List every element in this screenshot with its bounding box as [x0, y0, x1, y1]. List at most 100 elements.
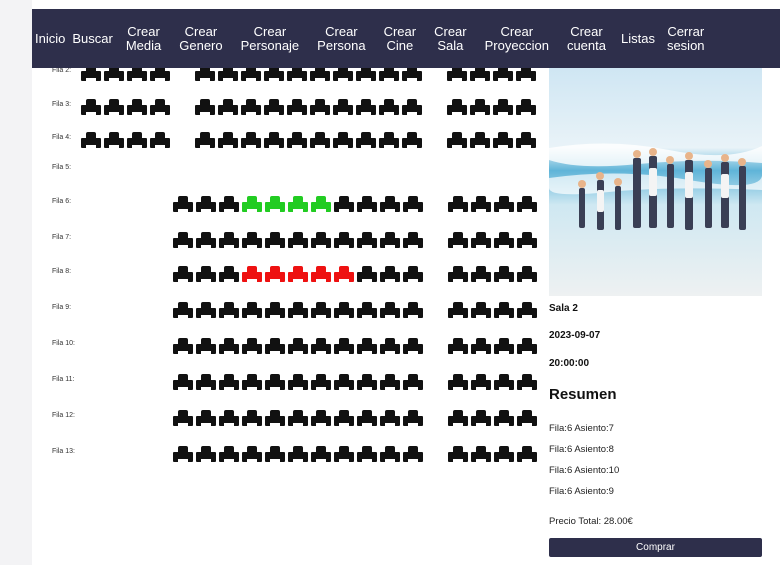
seat-icon[interactable]: [379, 338, 401, 356]
seat-icon[interactable]: [263, 132, 285, 150]
seat-icon[interactable]: [402, 302, 424, 320]
seat-icon[interactable]: [195, 196, 217, 214]
seat-icon[interactable]: [172, 232, 194, 250]
seat-icon[interactable]: [516, 410, 538, 428]
seat-icon[interactable]: [332, 99, 354, 117]
nav-listas[interactable]: Listas: [615, 31, 661, 46]
seat-icon[interactable]: [264, 232, 286, 250]
seat-icon[interactable]: [172, 338, 194, 356]
seat-icon[interactable]: [446, 132, 468, 150]
seat-icon[interactable]: [447, 410, 469, 428]
seat-icon[interactable]: [333, 374, 355, 392]
seat-icon[interactable]: [195, 338, 217, 356]
seat-icon[interactable]: [470, 266, 492, 284]
seat-icon[interactable]: [195, 266, 217, 284]
seat-icon[interactable]: [172, 410, 194, 428]
seat-icon[interactable]: [402, 446, 424, 464]
seat-icon[interactable]: [447, 266, 469, 284]
seat-icon[interactable]: [470, 338, 492, 356]
seat-icon[interactable]: [126, 99, 148, 117]
seat-icon[interactable]: [194, 99, 216, 117]
seat-icon[interactable]: [172, 374, 194, 392]
seat-icon[interactable]: [402, 338, 424, 356]
seat-icon[interactable]: [310, 446, 332, 464]
seat-selected-icon[interactable]: [310, 196, 332, 214]
seat-icon[interactable]: [126, 132, 148, 150]
seat-icon[interactable]: [492, 132, 514, 150]
seat-icon[interactable]: [172, 302, 194, 320]
seat-icon[interactable]: [218, 374, 240, 392]
seat-icon[interactable]: [287, 302, 309, 320]
seat-icon[interactable]: [401, 132, 423, 150]
seat-icon[interactable]: [402, 196, 424, 214]
seat-icon[interactable]: [218, 410, 240, 428]
seat-icon[interactable]: [379, 302, 401, 320]
seat-icon[interactable]: [493, 374, 515, 392]
nav-crear-persona[interactable]: Crear Persona: [308, 24, 374, 53]
seat-icon[interactable]: [356, 410, 378, 428]
seat-icon[interactable]: [172, 266, 194, 284]
nav-crear-media[interactable]: Crear Media: [117, 24, 170, 53]
seat-icon[interactable]: [356, 338, 378, 356]
seat-icon[interactable]: [379, 374, 401, 392]
seat-icon[interactable]: [516, 338, 538, 356]
seat-icon[interactable]: [515, 99, 537, 117]
seat-icon[interactable]: [469, 132, 491, 150]
seat-icon[interactable]: [446, 99, 468, 117]
seat-icon[interactable]: [103, 132, 125, 150]
seat-icon[interactable]: [195, 410, 217, 428]
seat-occupied-icon[interactable]: [241, 266, 263, 284]
seat-selected-icon[interactable]: [241, 196, 263, 214]
seat-icon[interactable]: [264, 374, 286, 392]
seat-icon[interactable]: [310, 232, 332, 250]
seat-icon[interactable]: [218, 196, 240, 214]
seat-icon[interactable]: [470, 196, 492, 214]
seat-icon[interactable]: [80, 132, 102, 150]
seat-icon[interactable]: [333, 302, 355, 320]
seat-icon[interactable]: [287, 446, 309, 464]
nav-crear-sala[interactable]: Crear Sala: [425, 24, 476, 53]
nav-crear-proyeccion[interactable]: Crear Proyeccion: [476, 24, 558, 53]
seat-icon[interactable]: [447, 338, 469, 356]
seat-icon[interactable]: [287, 410, 309, 428]
seat-icon[interactable]: [309, 132, 331, 150]
seat-occupied-icon[interactable]: [333, 266, 355, 284]
seat-icon[interactable]: [516, 196, 538, 214]
seat-icon[interactable]: [378, 99, 400, 117]
seat-icon[interactable]: [103, 99, 125, 117]
seat-icon[interactable]: [493, 232, 515, 250]
seat-icon[interactable]: [80, 99, 102, 117]
seat-icon[interactable]: [194, 132, 216, 150]
seat-icon[interactable]: [241, 374, 263, 392]
seat-icon[interactable]: [218, 338, 240, 356]
seat-icon[interactable]: [379, 196, 401, 214]
seat-icon[interactable]: [356, 446, 378, 464]
seat-icon[interactable]: [378, 132, 400, 150]
seat-icon[interactable]: [469, 99, 491, 117]
seat-icon[interactable]: [355, 132, 377, 150]
seat-icon[interactable]: [172, 446, 194, 464]
seat-icon[interactable]: [470, 302, 492, 320]
seat-icon[interactable]: [241, 232, 263, 250]
seat-icon[interactable]: [356, 374, 378, 392]
seat-icon[interactable]: [218, 266, 240, 284]
seat-occupied-icon[interactable]: [287, 266, 309, 284]
seat-icon[interactable]: [379, 446, 401, 464]
seat-icon[interactable]: [241, 410, 263, 428]
nav-cerrar-sesion[interactable]: Cerrar sesion: [661, 24, 711, 53]
seat-icon[interactable]: [402, 232, 424, 250]
seat-icon[interactable]: [493, 196, 515, 214]
seat-icon[interactable]: [310, 410, 332, 428]
seat-icon[interactable]: [264, 302, 286, 320]
seat-icon[interactable]: [333, 446, 355, 464]
seat-icon[interactable]: [217, 132, 239, 150]
seat-icon[interactable]: [263, 99, 285, 117]
seat-icon[interactable]: [379, 266, 401, 284]
seat-icon[interactable]: [447, 374, 469, 392]
seat-icon[interactable]: [470, 374, 492, 392]
seat-icon[interactable]: [264, 338, 286, 356]
seat-icon[interactable]: [333, 196, 355, 214]
seat-icon[interactable]: [195, 446, 217, 464]
seat-icon[interactable]: [401, 99, 423, 117]
seat-icon[interactable]: [516, 446, 538, 464]
